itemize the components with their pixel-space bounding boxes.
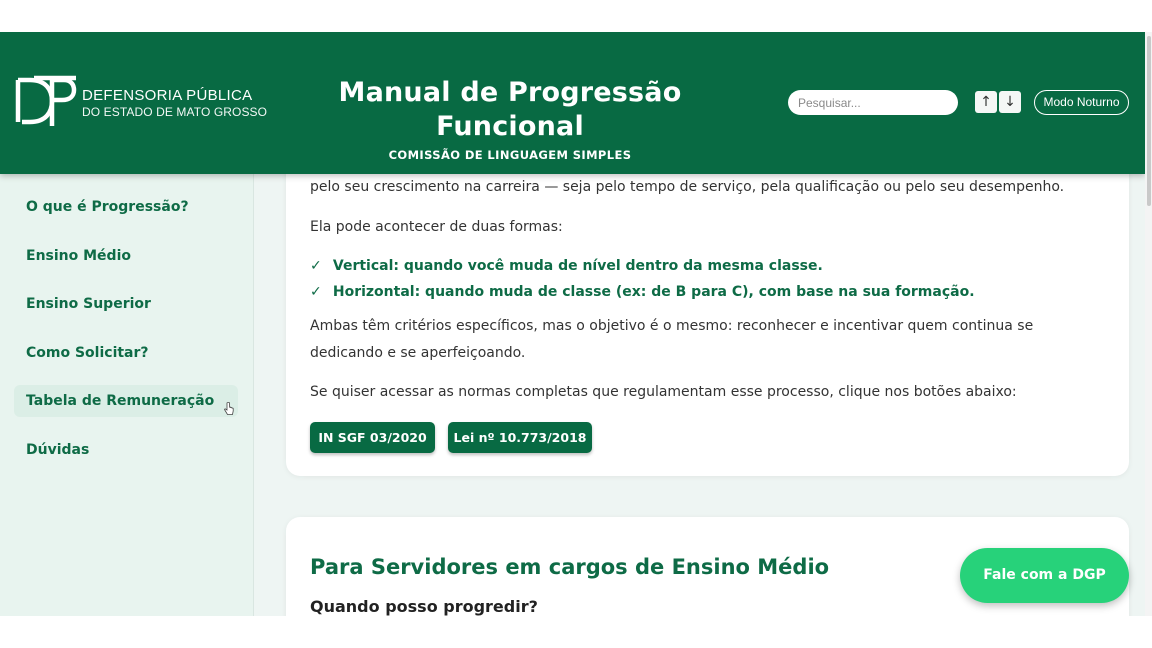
- intro-tail-text: pelo seu crescimento na carreira — seja …: [310, 179, 1065, 195]
- intro-card: pelo seu crescimento na carreira — seja …: [286, 152, 1129, 476]
- section-title: Para Servidores em cargos de Ensino Médi…: [310, 555, 830, 579]
- page-subtitle: COMISSÃO DE LINGUAGEM SIMPLES: [388, 148, 632, 162]
- check-text-horizontal: Horizontal: quando muda de classe (ex: d…: [332, 284, 975, 300]
- search-input[interactable]: [788, 90, 958, 115]
- sidebar-item-ensino-superior[interactable]: Ensino Superior: [14, 288, 238, 320]
- both-text: Ambas têm critérios específicos, mas o o…: [310, 318, 1034, 361]
- scrollbar-thumb[interactable]: [1147, 36, 1151, 206]
- in-sgf-button[interactable]: IN SGF 03/2020: [310, 422, 435, 453]
- check-icon: ✓: [310, 284, 322, 300]
- night-mode-button[interactable]: Modo Noturno: [1034, 90, 1129, 115]
- sidebar-item-como-solicitar[interactable]: Como Solicitar?: [14, 337, 238, 369]
- title-block: Manual de Progressão Funcional COMISSÃO …: [270, 76, 750, 162]
- logo-text: DEFENSORIA PÚBLICA DO ESTADO DE MATO GRO…: [82, 87, 267, 119]
- sidebar-item-tabela-remuneracao[interactable]: Tabela de Remuneração: [14, 385, 238, 417]
- scroll-down-button[interactable]: ↓: [999, 91, 1021, 113]
- hand-cursor-icon: [224, 402, 234, 415]
- sidebar-item-ensino-medio[interactable]: Ensino Médio: [14, 240, 238, 272]
- check-item-vertical: ✓ Vertical: quando você muda de nível de…: [310, 258, 823, 274]
- scroll-up-button[interactable]: ↑: [975, 91, 997, 113]
- sidebar-item-progressao[interactable]: O que é Progressão?: [14, 191, 238, 223]
- check-item-horizontal: ✓ Horizontal: quando muda de classe (ex:…: [310, 284, 975, 300]
- fale-com-dgp-button[interactable]: Fale com a DGP: [960, 548, 1129, 603]
- logo-line2: DO ESTADO DE MATO GROSSO: [82, 105, 268, 119]
- check-icon: ✓: [310, 258, 322, 274]
- dp-logo-icon: [15, 75, 77, 126]
- norms-text: Se quiser acessar as normas completas qu…: [310, 384, 1017, 400]
- forms-intro-text: Ela pode acontecer de duas formas:: [310, 219, 563, 235]
- section-subtitle: Quando posso progredir?: [310, 597, 538, 616]
- app-frame: DEFENSORIA PÚBLICA DO ESTADO DE MATO GRO…: [0, 32, 1145, 616]
- sidebar-item-duvidas[interactable]: Dúvidas: [14, 434, 238, 466]
- page-title: Manual de Progressão Funcional: [338, 77, 682, 142]
- lei-button[interactable]: Lei nº 10.773/2018: [448, 422, 592, 453]
- sidebar: O que é Progressão? Ensino Médio Ensino …: [0, 174, 254, 616]
- check-text-vertical: Vertical: quando você muda de nível dent…: [332, 258, 823, 274]
- logo-line1: DEFENSORIA PÚBLICA: [82, 87, 253, 104]
- header: DEFENSORIA PÚBLICA DO ESTADO DE MATO GRO…: [0, 32, 1145, 174]
